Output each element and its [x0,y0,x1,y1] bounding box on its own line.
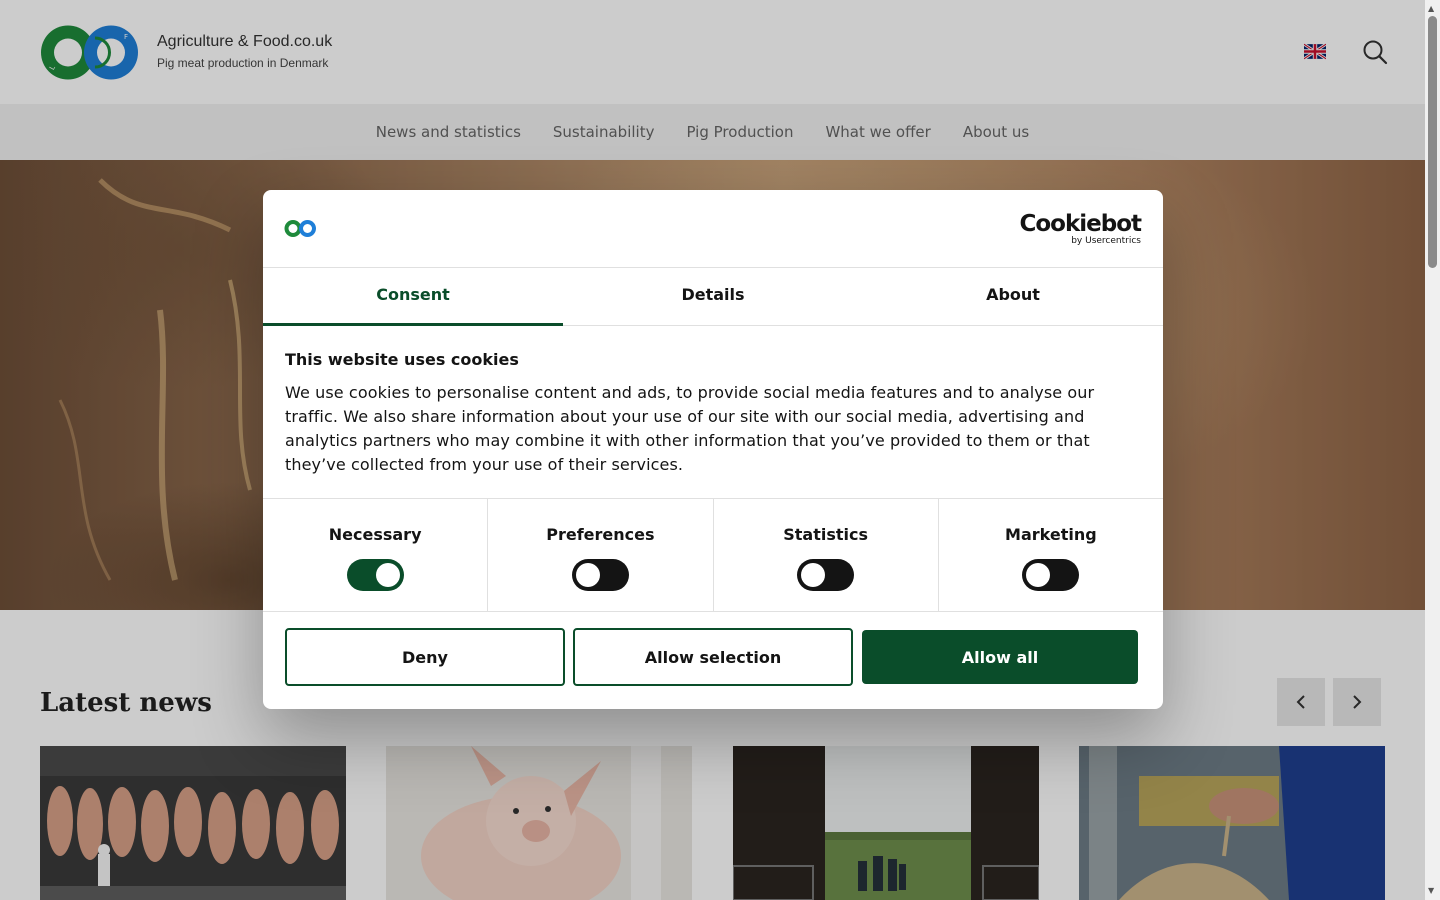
cookiebot-logo[interactable]: Cookiebot by Usercentrics [1019,211,1142,246]
cookie-category-toggles: Necessary Preferences Statistics Marketi… [263,498,1163,612]
marketing-toggle[interactable] [1022,559,1080,591]
toggle-knob [575,563,600,587]
toggle-label-necessary: Necessary [328,525,422,544]
toggle-knob [801,563,826,587]
dialog-tabs: Consent Details About [263,268,1163,326]
toggle-cell-marketing: Marketing [939,499,1163,611]
tab-about[interactable]: About [863,268,1163,325]
scroll-up-icon[interactable]: ▲ [1428,4,1434,13]
toggle-cell-preferences: Preferences [488,499,714,611]
toggle-label-preferences: Preferences [546,525,655,544]
allow-selection-button[interactable]: Allow selection [573,628,853,686]
scroll-down-icon[interactable]: ▼ [1428,886,1434,895]
dialog-heading: This website uses cookies [285,350,519,369]
dialog-header: Cookiebot by Usercentrics [263,190,1163,268]
page-scrollbar[interactable]: ▲ ▼ [1425,0,1440,900]
allow-all-button[interactable]: Allow all [862,630,1138,684]
toggle-cell-statistics: Statistics [714,499,939,611]
toggle-label-statistics: Statistics [783,525,868,544]
toggle-knob [1026,563,1051,587]
toggle-label-marketing: Marketing [1005,525,1097,544]
toggle-knob [375,563,400,587]
dialog-description: We use cookies to personalise content an… [285,383,1095,474]
cookiebot-byline: by Usercentrics [1071,236,1141,246]
scroll-thumb[interactable] [1428,16,1437,268]
dialog-body: This website uses cookies We use cookies… [285,350,1105,477]
toggle-cell-necessary: Necessary [263,499,489,611]
preferences-toggle[interactable] [571,559,629,591]
site-logo-small [284,220,316,237]
statistics-toggle[interactable] [797,559,855,591]
cookie-consent-dialog: Cookiebot by Usercentrics Consent Detail… [263,190,1163,709]
tab-details[interactable]: Details [563,268,863,325]
tab-consent[interactable]: Consent [263,268,563,326]
deny-button[interactable]: Deny [285,628,565,686]
cookiebot-wordmark: Cookiebot [1019,211,1142,237]
necessary-toggle[interactable] [346,559,404,591]
